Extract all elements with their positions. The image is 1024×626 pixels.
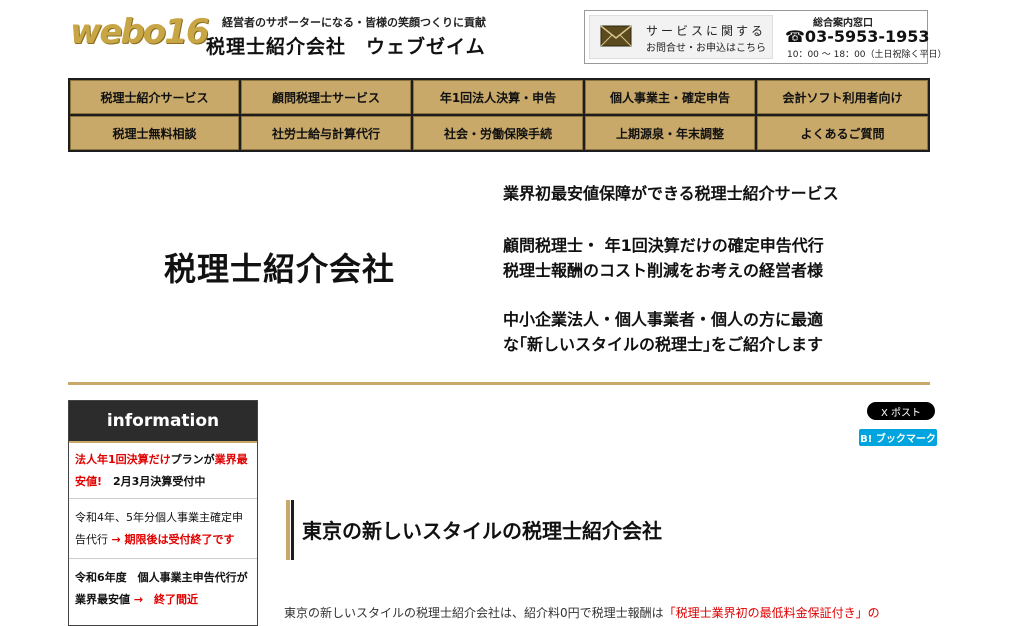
phone-number[interactable]: ☎03-5953-1953 <box>785 27 930 46</box>
business-hours: 10：00 〜 18：00（土日祝除く平日） <box>787 50 947 60</box>
hero-line: 税理士報酬のコスト削減をお考えの経営者様 <box>503 261 824 280</box>
nav-annual-settlement[interactable]: 年1回法人決算・申告 <box>413 80 583 114</box>
body-highlight: 「税理士業界初の最低料金保証付き」の <box>663 606 880 620</box>
site-logo[interactable]: webo16 <box>70 12 209 60</box>
nav-faq[interactable]: よくあるご質問 <box>757 116 928 150</box>
heading-accent <box>291 500 294 560</box>
nav-accounting-software[interactable]: 会計ソフト利用者向け <box>757 80 928 114</box>
nav-sole-proprietor[interactable]: 個人事業主・確定申告 <box>585 80 755 114</box>
nav-free-consultation[interactable]: 税理士無料相談 <box>70 116 239 150</box>
information-panel: information 法人年1回決算だけプランが業界最安値! 2月3月決算受付… <box>68 400 258 626</box>
info-highlight: 法人年1回決算だけ <box>75 453 171 466</box>
info-text: 2月3月決算受付中 <box>102 475 206 488</box>
logo-text: webo16 <box>70 12 209 52</box>
section-heading: 東京の新しいスタイルの税理士紹介会社 <box>302 519 662 543</box>
information-heading: information <box>69 401 257 443</box>
contact-mail-button[interactable]: サービスに関する お問合せ・お申込はこちら <box>589 15 773 59</box>
hero-line: 業界初最安値保障ができる税理士紹介サービス <box>503 184 839 203</box>
site-tagline: 経営者のサポーターになる・皆様の笑顔つくりに貢献 <box>222 16 486 29</box>
info-item-sole-proprietor[interactable]: 令和6年度 個人事業主申告代行が業界最安値 → 終了間近 <box>69 561 257 619</box>
company-name: 税理士紹介会社 ウェブゼイム <box>206 36 486 58</box>
contact-box: サービスに関する お問合せ・お申込はこちら 総合案内窓口 ☎03-5953-19… <box>584 10 947 64</box>
main-nav: 税理士紹介サービス 顧問税理士サービス 年1回法人決算・申告 個人事業主・確定申… <box>68 78 930 152</box>
hatena-bookmark-button[interactable]: B! ブックマーク <box>859 429 937 446</box>
hero-title: 税理士紹介会社 <box>164 250 396 288</box>
nav-advisor-service[interactable]: 顧問税理士サービス <box>241 80 411 114</box>
envelope-icon <box>600 25 632 47</box>
heading-accent <box>286 500 290 560</box>
info-item-annual-settlement[interactable]: 法人年1回決算だけプランが業界最安値! 2月3月決算受付中 <box>69 443 257 499</box>
hero-line: 顧問税理士・ 年1回決算だけの確定申告代行 <box>503 236 824 255</box>
nav-payroll-service[interactable]: 社労士給与計算代行 <box>241 116 411 150</box>
phone-contact[interactable]: 総合案内窓口 ☎03-5953-1953 10：00 〜 18：00（土日祝除く… <box>777 11 947 63</box>
contact-service-label: サービスに関する <box>646 24 767 38</box>
info-text: プランが <box>170 453 215 466</box>
nav-tax-accountant-referral[interactable]: 税理士紹介サービス <box>70 80 239 114</box>
body-text: 東京の新しいスタイルの税理士紹介会社は、紹介料0円で税理士報酬は <box>284 606 664 620</box>
hero-line: 中小企業法人・個人事業者・個人の方に最適 <box>503 310 824 329</box>
nav-insurance-procedures[interactable]: 社会・労働保険手続 <box>413 116 583 150</box>
nav-year-end-adjustment[interactable]: 上期源泉・年末調整 <box>585 116 755 150</box>
divider <box>68 382 930 385</box>
info-item-tax-return[interactable]: 令和4年、5年分個人事業主確定申告代行 → 期限後は受付終了です <box>69 501 257 559</box>
contact-inquiry-label: お問合せ・お申込はこちら <box>646 43 766 54</box>
hero-line: な｢新しいスタイルの税理士｣をご紹介します <box>503 335 824 354</box>
info-highlight: → 期限後は受付終了です <box>111 533 235 546</box>
body-paragraph: 東京の新しいスタイルの税理士紹介会社は、紹介料0円で税理士報酬は「税理士業界初の… <box>284 604 880 621</box>
x-post-button[interactable]: X ポスト <box>867 402 935 420</box>
info-highlight: → 終了間近 <box>133 593 199 606</box>
